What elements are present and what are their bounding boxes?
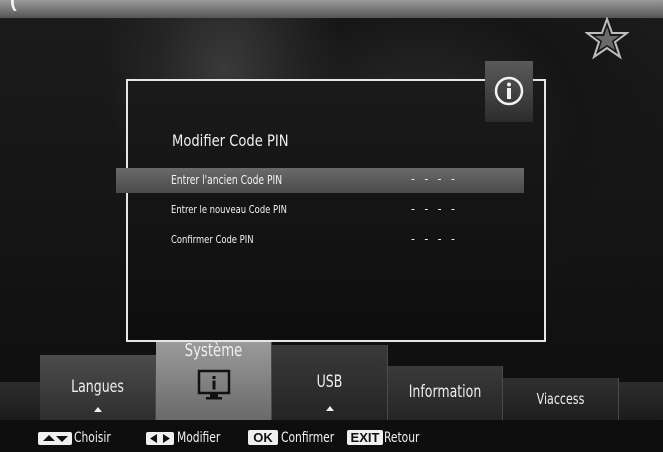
tab-systeme[interactable]: Système — [156, 340, 272, 420]
tab-information[interactable]: Information — [388, 366, 503, 420]
old-pin-row[interactable]: Entrer l'ancien Code PIN - - - - — [116, 168, 524, 193]
up-down-keys-icon — [38, 432, 72, 445]
tab-viaccess-label: Viaccess — [536, 390, 585, 408]
old-pin-field[interactable]: - - - - — [411, 172, 458, 186]
top-banner-text: ( — [10, 0, 17, 12]
confirm-hint: Confirmer — [281, 430, 335, 446]
tab-viaccess[interactable]: Viaccess — [503, 378, 619, 420]
new-pin-row[interactable]: Entrer le nouveau Code PIN - - - - — [116, 198, 524, 223]
left-right-keys-icon — [146, 432, 174, 445]
back-hint: Retour — [384, 430, 420, 446]
top-banner: ( — [0, 0, 663, 18]
tab-usb-label: USB — [316, 372, 343, 392]
confirm-pin-field[interactable]: - - - - — [411, 232, 458, 246]
old-pin-label: Entrer l'ancien Code PIN — [171, 173, 283, 187]
choose-hint: Choisir — [74, 430, 111, 446]
tab-systeme-label: Système — [184, 340, 243, 361]
tab-usb[interactable]: USB — [272, 345, 388, 420]
tab-information-label: Information — [408, 382, 482, 402]
favorite-star-icon — [585, 17, 629, 60]
key-hints-bar: Choisir Modifier OK Confirmer EXIT Retou… — [0, 424, 663, 452]
modify-hint: Modifier — [177, 430, 221, 446]
ok-key-icon: OK — [248, 430, 278, 445]
info-tab — [485, 61, 533, 122]
up-arrow-icon — [325, 406, 334, 411]
tab-langues[interactable]: Langues — [40, 355, 156, 420]
confirm-pin-label: Confirmer Code PIN — [171, 233, 254, 246]
new-pin-label: Entrer le nouveau Code PIN — [171, 203, 287, 216]
exit-key-icon: EXIT — [347, 430, 383, 445]
monitor-info-icon — [197, 369, 231, 400]
new-pin-field[interactable]: - - - - — [411, 202, 458, 216]
dialog-title: Modifier Code PIN — [172, 131, 289, 150]
up-arrow-icon — [93, 407, 102, 412]
tab-langues-label: Langues — [71, 377, 124, 397]
info-icon — [494, 76, 524, 106]
confirm-pin-row[interactable]: Confirmer Code PIN - - - - — [116, 228, 524, 253]
